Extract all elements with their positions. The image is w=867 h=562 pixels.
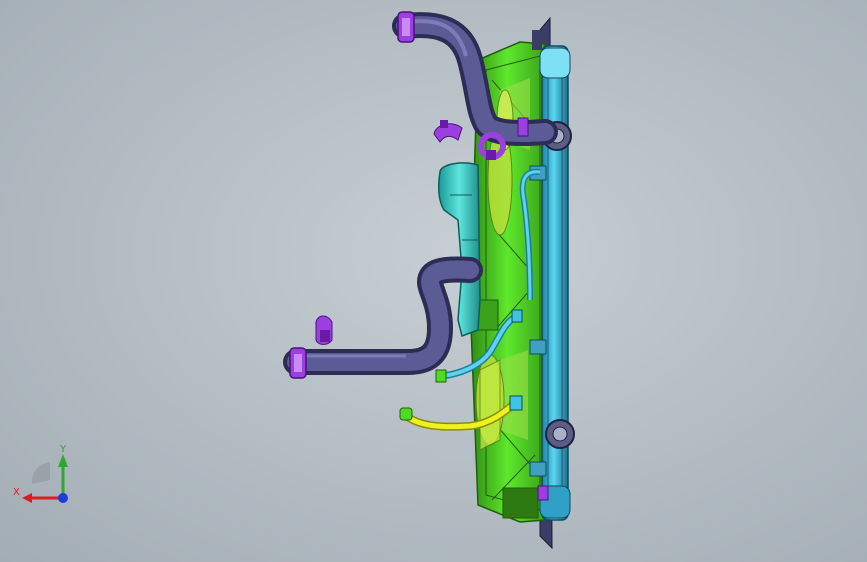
drain-fitting-bottom[interactable] <box>537 485 549 501</box>
y-axis-arrow <box>58 454 68 467</box>
radiator-core[interactable] <box>539 45 571 521</box>
x-axis-label: X <box>13 487 20 498</box>
triad-plane <box>31 462 50 484</box>
y-axis-label: Y <box>59 444 67 455</box>
lower-hose-clamp[interactable] <box>289 347 307 379</box>
coordinate-triad[interactable]: Y X <box>10 440 80 510</box>
z-axis-dot <box>58 493 68 503</box>
drain-fitting-top[interactable] <box>517 117 529 137</box>
upper-hose-clamp[interactable] <box>397 11 415 43</box>
top-bracket-tab <box>532 30 542 50</box>
loose-hose-clamp-1[interactable] <box>433 120 463 143</box>
lower-bracket-tab <box>529 461 547 477</box>
radiator-assembly-model[interactable] <box>0 0 867 562</box>
x-axis-arrow <box>22 493 32 503</box>
fan-blades-lower[interactable] <box>475 354 505 451</box>
cad-viewport[interactable]: Y X <box>0 0 867 562</box>
mid-bracket-tab <box>529 339 547 355</box>
loose-hose-clamp-2[interactable] <box>315 315 333 345</box>
lower-mount-bushing[interactable] <box>545 419 575 449</box>
